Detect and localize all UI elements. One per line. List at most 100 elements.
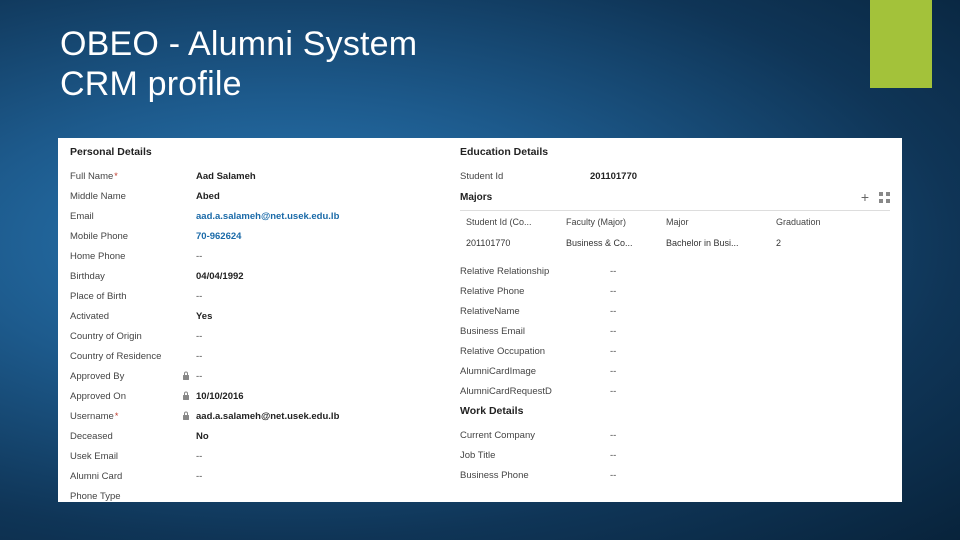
field-phone-type[interactable]: Phone Type xyxy=(70,486,442,502)
field-job-title[interactable]: Job Title -- xyxy=(460,445,890,465)
slide-title: OBEO - Alumni System CRM profile xyxy=(60,24,417,104)
slide-title-line2: CRM profile xyxy=(60,64,417,104)
education-work-section: Education Details Student Id 201101770 M… xyxy=(460,146,890,502)
value-country-origin: -- xyxy=(196,331,442,342)
value-activated: Yes xyxy=(196,311,442,322)
label-country-origin: Country of Origin xyxy=(70,331,182,342)
label-place-of-birth: Place of Birth xyxy=(70,291,182,302)
field-relative-phone[interactable]: Relative Phone -- xyxy=(460,281,890,301)
field-approved-on[interactable]: Approved On 10/10/2016 xyxy=(70,386,442,406)
col-major[interactable]: Major xyxy=(660,217,770,227)
grid-view-icon[interactable] xyxy=(879,192,890,203)
field-approved-by[interactable]: Approved By -- xyxy=(70,366,442,386)
table-row[interactable]: 201101770 Business & Co... Bachelor in B… xyxy=(460,233,890,253)
field-username[interactable]: Username* aad.a.salameh@net.usek.edu.lb xyxy=(70,406,442,426)
field-alumni-card-request[interactable]: AlumniCardRequestD -- xyxy=(460,381,890,401)
label-alumni-card-request: AlumniCardRequestD xyxy=(460,386,610,397)
label-middle-name: Middle Name xyxy=(70,191,182,202)
value-full-name: Aad Salameh xyxy=(196,171,442,182)
value-country-residence: -- xyxy=(196,351,442,362)
value-approved-by: -- xyxy=(196,371,442,382)
label-business-email: Business Email xyxy=(460,326,610,337)
label-job-title: Job Title xyxy=(460,450,610,461)
value-alumni-card-image: -- xyxy=(610,366,890,377)
field-relative-occupation[interactable]: Relative Occupation -- xyxy=(460,341,890,361)
field-relative-name[interactable]: RelativeName -- xyxy=(460,301,890,321)
add-major-button[interactable]: + xyxy=(861,189,869,205)
field-student-id[interactable]: Student Id 201101770 xyxy=(460,166,890,186)
label-relative-relationship: Relative Relationship xyxy=(460,266,610,277)
label-alumni-card-image: AlumniCardImage xyxy=(460,366,610,377)
label-birthday: Birthday xyxy=(70,271,182,282)
slide-title-line1: OBEO - Alumni System xyxy=(60,25,417,63)
value-alumni-card: -- xyxy=(196,471,442,482)
field-usek-email[interactable]: Usek Email -- xyxy=(70,446,442,466)
label-full-name: Full Name* xyxy=(70,171,182,182)
field-place-of-birth[interactable]: Place of Birth -- xyxy=(70,286,442,306)
field-middle-name[interactable]: Middle Name Abed xyxy=(70,186,442,206)
field-business-phone[interactable]: Business Phone -- xyxy=(460,465,890,485)
required-asterisk: * xyxy=(114,171,118,181)
value-job-title: -- xyxy=(610,450,890,461)
label-country-residence: Country of Residence xyxy=(70,351,182,362)
field-home-phone[interactable]: Home Phone -- xyxy=(70,246,442,266)
label-relative-name: RelativeName xyxy=(460,306,610,317)
lock-icon xyxy=(182,391,196,401)
field-alumni-card[interactable]: Alumni Card -- xyxy=(70,466,442,486)
label-deceased: Deceased xyxy=(70,431,182,442)
value-email[interactable]: aad.a.salameh@net.usek.edu.lb xyxy=(196,211,442,222)
field-mobile[interactable]: Mobile Phone 70-962624 xyxy=(70,226,442,246)
label-usek-email: Usek Email xyxy=(70,451,182,462)
value-business-email: -- xyxy=(610,326,890,337)
education-details-heading: Education Details xyxy=(460,146,890,158)
value-relative-relationship: -- xyxy=(610,266,890,277)
field-activated[interactable]: Activated Yes xyxy=(70,306,442,326)
label-business-phone: Business Phone xyxy=(460,470,610,481)
majors-header: Majors + xyxy=(460,186,890,208)
value-mobile[interactable]: 70-962624 xyxy=(196,231,442,242)
label-phone-type: Phone Type xyxy=(70,491,182,502)
value-relative-name: -- xyxy=(610,306,890,317)
label-majors: Majors xyxy=(460,192,590,203)
field-alumni-card-image[interactable]: AlumniCardImage -- xyxy=(460,361,890,381)
required-asterisk: * xyxy=(115,411,119,421)
label-email: Email xyxy=(70,211,182,222)
personal-details-heading: Personal Details xyxy=(70,146,442,158)
value-deceased: No xyxy=(196,431,442,442)
value-business-phone: -- xyxy=(610,470,890,481)
value-usek-email: -- xyxy=(196,451,442,462)
field-business-email[interactable]: Business Email -- xyxy=(460,321,890,341)
label-mobile: Mobile Phone xyxy=(70,231,182,242)
work-details-heading: Work Details xyxy=(460,405,890,417)
field-email[interactable]: Email aad.a.salameh@net.usek.edu.lb xyxy=(70,206,442,226)
value-place-of-birth: -- xyxy=(196,291,442,302)
value-student-id: 201101770 xyxy=(590,171,890,182)
value-relative-phone: -- xyxy=(610,286,890,297)
col-student-id[interactable]: Student Id (Co... xyxy=(460,217,560,227)
value-alumni-card-request: -- xyxy=(610,386,890,397)
value-relative-occupation: -- xyxy=(610,346,890,357)
value-middle-name: Abed xyxy=(196,191,442,202)
label-relative-occupation: Relative Occupation xyxy=(460,346,610,357)
lock-icon xyxy=(182,411,196,421)
col-faculty[interactable]: Faculty (Major) xyxy=(560,217,660,227)
field-full-name[interactable]: Full Name* Aad Salameh xyxy=(70,166,442,186)
field-deceased[interactable]: Deceased No xyxy=(70,426,442,446)
field-country-residence[interactable]: Country of Residence -- xyxy=(70,346,442,366)
value-approved-on: 10/10/2016 xyxy=(196,391,442,402)
label-activated: Activated xyxy=(70,311,182,322)
field-birthday[interactable]: Birthday 04/04/1992 xyxy=(70,266,442,286)
label-approved-by: Approved By xyxy=(70,371,182,382)
value-current-company: -- xyxy=(610,430,890,441)
col-graduation[interactable]: Graduation xyxy=(770,217,890,227)
label-alumni-card: Alumni Card xyxy=(70,471,182,482)
majors-table-head: Student Id (Co... Faculty (Major) Major … xyxy=(460,211,890,233)
value-username: aad.a.salameh@net.usek.edu.lb xyxy=(196,411,442,422)
value-home-phone: -- xyxy=(196,251,442,262)
personal-details-section: Personal Details Full Name* Aad Salameh … xyxy=(70,146,442,502)
cell-faculty: Business & Co... xyxy=(560,238,660,248)
field-current-company[interactable]: Current Company -- xyxy=(460,425,890,445)
field-relative-relationship[interactable]: Relative Relationship -- xyxy=(460,261,890,281)
field-country-origin[interactable]: Country of Origin -- xyxy=(70,326,442,346)
label-username: Username* xyxy=(70,411,182,422)
